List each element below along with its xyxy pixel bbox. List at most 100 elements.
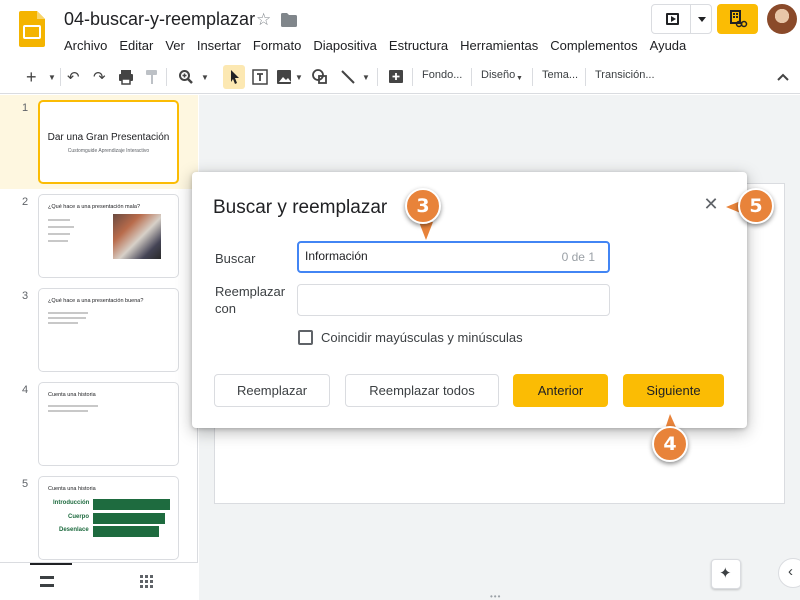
share-button[interactable] [717, 4, 758, 34]
callout-4: 4 [652, 426, 688, 462]
menu-diapositiva[interactable]: Diapositiva [307, 36, 383, 55]
text-line [48, 240, 68, 242]
match-case-label[interactable]: Coincidir mayúsculas y minúsculas [321, 330, 523, 345]
slide-photo [113, 214, 161, 259]
new-slide-icon[interactable]: + [26, 67, 37, 87]
avatar[interactable] [767, 4, 797, 34]
present-button[interactable] [651, 4, 712, 34]
side-panel-toggle[interactable]: ‹ [778, 558, 800, 588]
collapse-toolbar-icon[interactable] [776, 67, 790, 87]
print-icon[interactable] [118, 67, 134, 87]
chevron-down-icon[interactable] [698, 17, 706, 22]
menu-editar[interactable]: Editar [113, 36, 159, 55]
list-view-icon[interactable] [40, 576, 54, 587]
replace-label-line-2: con [215, 301, 236, 316]
menu-formato[interactable]: Formato [247, 36, 307, 55]
find-replace-dialog: Buscar y reemplazar ✕ Buscar Información… [192, 172, 747, 428]
menu-bar: Archivo Editar Ver Insertar Formato Diap… [58, 36, 692, 55]
paint-format-icon[interactable] [144, 67, 160, 87]
story-label: Desenlace [59, 527, 89, 533]
theme-button[interactable]: Tema... [542, 69, 578, 81]
story-bar [93, 526, 159, 537]
replace-button[interactable]: Reemplazar [214, 374, 330, 407]
story-label: Cuerpo [68, 514, 89, 520]
slide-preview: Dar una Gran Presentación Customguide Ap… [38, 100, 179, 184]
menu-herramientas[interactable]: Herramientas [454, 36, 544, 55]
menu-insertar[interactable]: Insertar [191, 36, 247, 55]
text-line [48, 405, 98, 407]
text-box-icon[interactable] [251, 67, 269, 87]
line-icon[interactable] [340, 67, 356, 87]
menu-ver[interactable]: Ver [159, 36, 191, 55]
slides-logo-icon[interactable] [19, 11, 45, 47]
cursor-icon [231, 70, 239, 84]
text-line [48, 410, 88, 412]
document-title[interactable]: 04-buscar-y-reemplazar [64, 9, 255, 30]
slide-preview: ¿Qué hace a una presentación mala? [38, 194, 179, 278]
folder-icon[interactable] [281, 13, 297, 27]
text-line [48, 226, 74, 228]
chevron-down-icon[interactable]: ▼ [362, 67, 370, 87]
resize-handle-icon[interactable]: ••• [490, 592, 501, 600]
text-line [48, 233, 70, 235]
transition-button[interactable]: Transición... [595, 69, 655, 81]
callout-3: 3 [405, 188, 441, 224]
text-line [48, 317, 86, 319]
find-input[interactable]: Información 0 de 1 [297, 241, 610, 273]
match-count: 0 de 1 [561, 250, 595, 264]
menu-archivo[interactable]: Archivo [58, 36, 113, 55]
share-icon [730, 10, 748, 28]
chevron-down-icon[interactable]: ▼ [516, 68, 523, 88]
toolbar-divider [166, 68, 167, 86]
slide-preview: Cuenta una historia Introducción Cuerpo … [38, 476, 179, 560]
slide-number: 3 [22, 290, 29, 302]
story-label: Introducción [53, 500, 90, 506]
replace-input[interactable] [297, 284, 610, 316]
slide-thumbnail-5[interactable]: 5 Cuenta una historia Introducción Cuerp… [0, 471, 198, 565]
slide-number: 4 [22, 384, 29, 396]
slide-thumbnail-2[interactable]: 2 ¿Qué hace a una presentación mala? [0, 189, 198, 283]
slide-thumbnail-4[interactable]: 4 Cuenta una historia [0, 377, 198, 471]
find-input-value: Información [305, 249, 368, 263]
menu-complementos[interactable]: Complementos [544, 36, 643, 55]
replace-all-button[interactable]: Reemplazar todos [345, 374, 499, 407]
chevron-down-icon[interactable]: ▼ [201, 67, 209, 87]
menu-estructura[interactable]: Estructura [383, 36, 454, 55]
replace-label: Reemplazar con [215, 283, 285, 317]
shape-icon[interactable] [311, 67, 329, 87]
story-bar [93, 499, 170, 510]
redo-icon[interactable]: ↷ [93, 67, 106, 87]
grid-view-icon[interactable] [140, 575, 153, 588]
toolbar-divider [471, 68, 472, 86]
chevron-down-icon[interactable]: ▼ [295, 67, 303, 87]
text-line [48, 322, 78, 324]
slide-title: ¿Qué hace a una presentación mala? [48, 204, 141, 210]
slide-number: 2 [22, 196, 29, 208]
explore-button[interactable] [711, 559, 741, 589]
chevron-left-icon: ‹ [788, 563, 793, 580]
slide-preview: Cuenta una historia [38, 382, 179, 466]
menu-ayuda[interactable]: Ayuda [644, 36, 693, 55]
match-case-checkbox[interactable] [298, 330, 313, 345]
zoom-icon[interactable] [178, 67, 194, 87]
close-icon[interactable]: ✕ [702, 195, 720, 213]
toolbar-divider [60, 68, 61, 86]
add-comment-icon[interactable] [387, 67, 405, 87]
callout-5: 5 [738, 188, 774, 224]
slide-thumbnail-1[interactable]: 1 Dar una Gran Presentación Customguide … [0, 95, 198, 189]
slide-preview: ¿Qué hace a una presentación buena? [38, 288, 179, 372]
toolbar-divider [585, 68, 586, 86]
slide-subtitle: Customguide Aprendizaje Interactivo [67, 148, 150, 154]
toolbar-divider [412, 68, 413, 86]
layout-button[interactable]: Diseño [481, 69, 515, 81]
chevron-down-icon[interactable]: ▼ [48, 67, 56, 87]
present-icon [666, 13, 679, 25]
star-icon[interactable]: ☆ [256, 10, 271, 30]
previous-button[interactable]: Anterior [513, 374, 608, 407]
image-icon[interactable] [275, 67, 293, 87]
slide-thumbnail-3[interactable]: 3 ¿Qué hace a una presentación buena? [0, 283, 198, 377]
slide-title: Cuenta una historia [48, 392, 96, 398]
background-button[interactable]: Fondo... [422, 69, 462, 81]
undo-icon[interactable]: ↶ [67, 67, 80, 87]
next-button[interactable]: Siguiente [623, 374, 724, 407]
